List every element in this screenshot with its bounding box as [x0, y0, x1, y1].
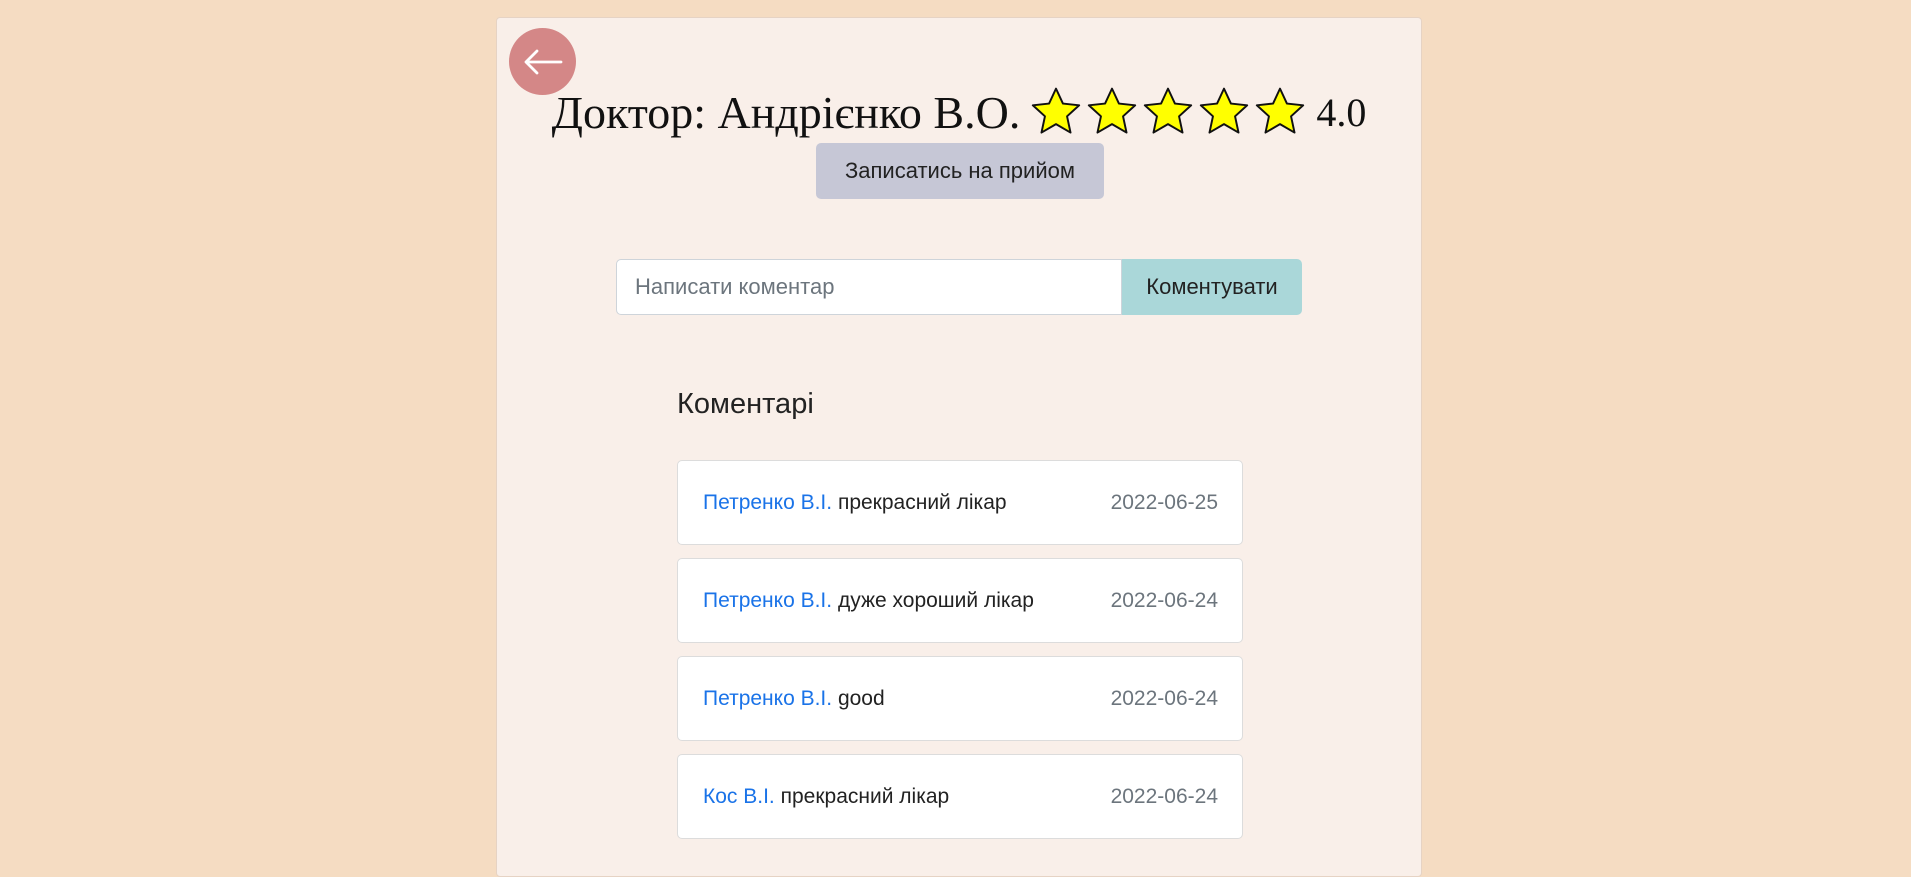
comment-text: good: [837, 686, 885, 710]
comment-author-link[interactable]: Петренко В.І.: [703, 589, 832, 612]
rating-value: 4.0: [1316, 89, 1367, 135]
star-icon: [1032, 87, 1081, 134]
doctor-title: Доктор: Андрієнко В.О.: [551, 86, 1021, 138]
comment-date: 2022-06-24: [1110, 588, 1218, 612]
comment-item: Петренко В.І. прекрасний лікар 2022-06-2…: [677, 460, 1243, 545]
submit-comment-button[interactable]: Коментувати: [1122, 259, 1302, 315]
star-icon: [1256, 87, 1305, 134]
comments-heading: Коментарі: [677, 388, 814, 420]
rating-stars: [1030, 86, 1310, 138]
comment-text: прекрасний лікар: [780, 784, 950, 808]
star-icon: [1088, 87, 1137, 134]
comment-item: Петренко В.І. дуже хороший лікар 2022-06…: [677, 558, 1243, 643]
comment-list: Петренко В.І. прекрасний лікар 2022-06-2…: [677, 460, 1243, 852]
comment-text: прекрасний лікар: [837, 490, 1007, 514]
comment-item: Петренко В.І. good 2022-06-24: [677, 656, 1243, 741]
book-appointment-button[interactable]: Записатись на прийом: [816, 143, 1104, 199]
comment-form: Коментувати: [616, 259, 1302, 315]
doctor-card: Доктор: Андрієнко В.О. 4.0 Записатись на…: [496, 17, 1422, 877]
comment-author-link[interactable]: Петренко В.І.: [703, 687, 832, 710]
arrow-left-icon: [524, 49, 562, 74]
comment-item: Кос В.І. прекрасний лікар 2022-06-24: [677, 754, 1243, 839]
comment-author-link[interactable]: Петренко В.І.: [703, 491, 832, 514]
comment-date: 2022-06-24: [1110, 686, 1218, 710]
comment-input[interactable]: [616, 259, 1122, 315]
comment-text: дуже хороший лікар: [837, 588, 1034, 612]
comment-author-link[interactable]: Кос В.І.: [703, 785, 775, 808]
doctor-header: Доктор: Андрієнко В.О. 4.0: [497, 76, 1421, 148]
star-icon: [1200, 87, 1249, 134]
comment-date: 2022-06-24: [1110, 784, 1218, 808]
comment-date: 2022-06-25: [1110, 490, 1218, 514]
star-icon: [1144, 87, 1193, 134]
